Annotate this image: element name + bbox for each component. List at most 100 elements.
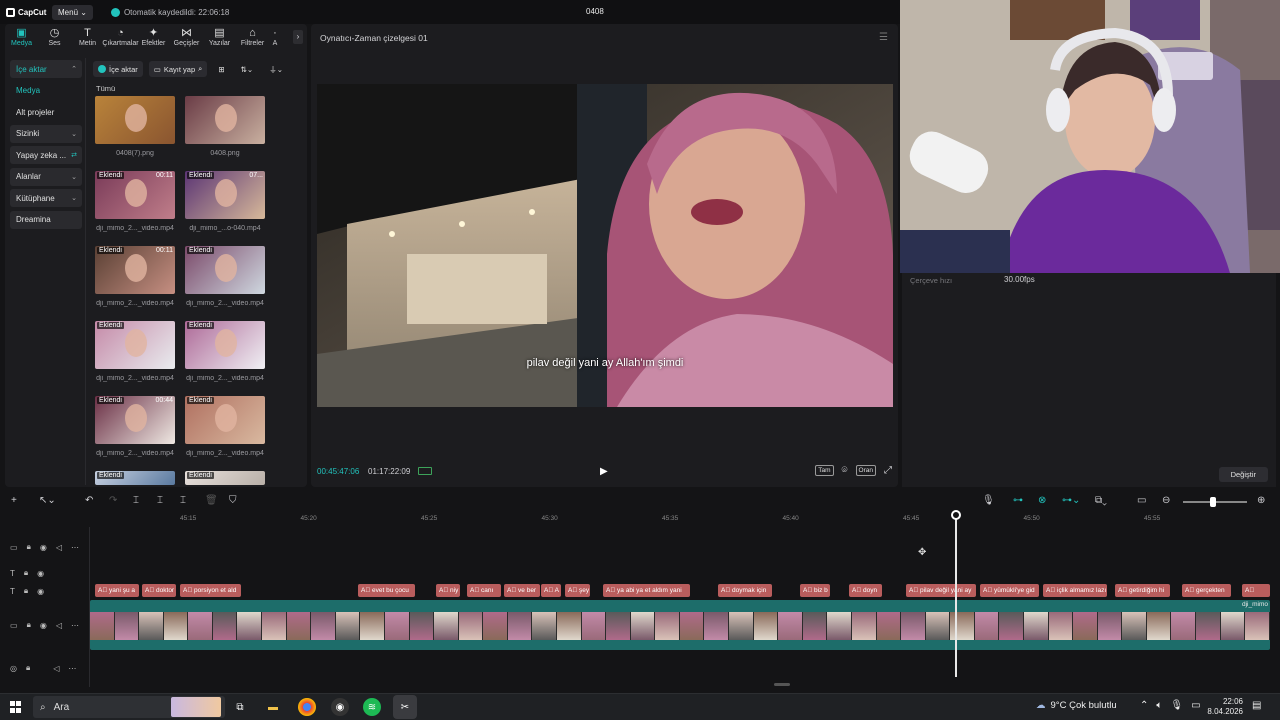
tab-effects[interactable]: ✦ Efektler: [137, 24, 170, 51]
eye-icon[interactable]: ◉: [37, 587, 44, 596]
video-track-clip[interactable]: dji_mimo: [90, 600, 1270, 650]
caption-clip[interactable]: A⃞ yani şu a: [95, 584, 139, 597]
task-view-icon[interactable]: ⧉: [231, 698, 249, 716]
caption-clip[interactable]: A⃞ A: [541, 584, 561, 597]
windows-start-icon[interactable]: [10, 701, 22, 713]
caption-clip[interactable]: A⃞ porsiyon et ald: [180, 584, 241, 597]
magnet-icon[interactable]: ⊶: [1013, 495, 1023, 506]
more-icon[interactable]: ⋯: [71, 621, 79, 630]
sidebar-item-library[interactable]: Kütüphane ⌄: [10, 189, 82, 207]
caption-clip[interactable]: A⃞ ve ber: [504, 584, 540, 597]
media-thumbnail[interactable]: Eklendi 07...: [185, 171, 265, 219]
sidebar-item-dreamina[interactable]: Dreamina: [10, 210, 82, 229]
microphone-icon[interactable]: 🎙: [1170, 700, 1183, 711]
taskbar-clock[interactable]: 22:06 8.04.2026: [1199, 697, 1243, 717]
proxy-icon[interactable]: [418, 467, 432, 475]
speaker-icon[interactable]: ◁: [56, 543, 62, 552]
tab-captions[interactable]: ▤ Yazılar: [203, 24, 236, 51]
undo-icon[interactable]: ↶: [85, 495, 93, 506]
tab-audio[interactable]: ◷ Ses: [38, 24, 71, 51]
caption-clip[interactable]: A⃞ gerçekten: [1182, 584, 1231, 597]
grid-view-button[interactable]: ⊞: [213, 61, 229, 77]
media-thumbnail[interactable]: Eklendi: [95, 471, 175, 485]
more-icon[interactable]: ⋯: [71, 543, 79, 552]
media-thumbnail[interactable]: [95, 96, 175, 144]
change-button[interactable]: Değiştir: [1218, 467, 1268, 482]
player-menu-icon[interactable]: ☰: [879, 32, 888, 43]
caption-clip[interactable]: A⃞ pilav değil yani ay: [906, 584, 976, 597]
speaker-icon[interactable]: ◁: [53, 664, 59, 673]
media-thumbnail[interactable]: Eklendi: [185, 471, 265, 485]
redo-icon[interactable]: ↷: [109, 495, 117, 506]
link-icon[interactable]: ⊗: [1038, 495, 1046, 506]
zoom-out-icon[interactable]: ⊖: [1162, 495, 1170, 506]
tab-transitions[interactable]: ⋈ Geçişler: [170, 24, 203, 51]
snapshot-icon[interactable]: ⌾: [842, 465, 848, 476]
preview-axis-icon[interactable]: ⧉⌄: [1095, 495, 1107, 506]
split-left-icon[interactable]: ⌶: [157, 495, 163, 506]
caption-clip[interactable]: A⃞ niy: [436, 584, 460, 597]
more-icon[interactable]: ⋯: [68, 664, 76, 673]
caption-clip[interactable]: A⃞ şey: [565, 584, 590, 597]
select-tool-icon[interactable]: ↖⌄: [39, 495, 56, 506]
timeline-ruler[interactable]: 45:15 45:20 45:25 45:30 45:35 45:40 45:45 45:50…: [90, 513, 1280, 527]
split-icon[interactable]: ⌶: [133, 495, 139, 506]
caption-clip[interactable]: A⃞ doktor: [142, 584, 176, 597]
lock-icon[interactable]: 🔒︎: [27, 542, 31, 552]
media-thumbnail[interactable]: Eklendi: [185, 396, 265, 444]
media-thumbnail[interactable]: Eklendi 00:11: [95, 171, 175, 219]
record-button[interactable]: ▭ Kayıt yap ⌕: [148, 61, 208, 77]
sidebar-item-media[interactable]: Medya: [10, 82, 82, 100]
tab-filters[interactable]: ⌂ Filtreler: [236, 24, 269, 51]
search-icon[interactable]: ⌕: [198, 64, 202, 74]
delete-icon[interactable]: 🗑: [205, 495, 218, 506]
sidebar-item-subprojects[interactable]: Alt projeler: [10, 103, 82, 121]
tab-text[interactable]: T Metin: [71, 24, 104, 51]
video-preview[interactable]: pilav değil yani ay Allah'ım şimdi: [317, 84, 893, 407]
caption-clip[interactable]: A⃞ yümükli'ye gid: [980, 584, 1039, 597]
volume-icon[interactable]: 🔈︎: [1156, 700, 1162, 711]
sidebar-item-ai[interactable]: Yapay zeka ... ⇄: [10, 146, 82, 164]
obs-icon[interactable]: ◉: [331, 698, 349, 716]
file-explorer-icon[interactable]: ▬: [264, 698, 282, 716]
lock-icon[interactable]: 🔒︎: [26, 663, 30, 673]
playhead[interactable]: [955, 511, 957, 677]
fullscreen-icon[interactable]: ⤢: [884, 465, 892, 476]
eye-icon[interactable]: ◉: [40, 621, 47, 630]
zoom-in-icon[interactable]: ⊕: [1257, 495, 1265, 506]
chevron-up-icon[interactable]: ⌃: [1140, 700, 1148, 711]
import-button[interactable]: İçe aktar: [93, 61, 143, 77]
split-right-icon[interactable]: ⌶: [180, 495, 186, 506]
shield-icon[interactable]: ⛉: [229, 495, 237, 506]
media-thumbnail[interactable]: Eklendi: [95, 321, 175, 369]
caption-clip[interactable]: A⃞ canı: [467, 584, 501, 597]
caption-clip[interactable]: A⃞ biz b: [800, 584, 830, 597]
speaker-icon[interactable]: ◁: [56, 621, 62, 630]
media-thumbnail[interactable]: Eklendi: [185, 321, 265, 369]
zoom-slider-handle[interactable]: [1210, 497, 1216, 507]
tab-adjust[interactable]: · A: [269, 24, 281, 51]
sort-button[interactable]: ⇅⌄: [236, 61, 259, 77]
media-thumbnail[interactable]: [185, 96, 265, 144]
lock-icon[interactable]: 🔒︎: [24, 586, 28, 596]
caption-clip[interactable]: A⃞ doymak için: [718, 584, 772, 597]
notification-icon[interactable]: ▤: [1252, 700, 1261, 711]
play-button[interactable]: ▶: [600, 466, 608, 477]
eye-icon[interactable]: ◉: [40, 543, 47, 552]
caption-clip[interactable]: A⃞ içlik almamız lazı: [1043, 584, 1107, 597]
sidebar-item-spaces[interactable]: Alanlar ⌄: [10, 167, 82, 186]
media-thumbnail[interactable]: Eklendi 00:44: [95, 396, 175, 444]
tab-media[interactable]: ▣ Medya: [5, 24, 38, 51]
timeline-scrollbar[interactable]: [774, 683, 790, 686]
playhead-handle[interactable]: [951, 510, 961, 520]
caption-clip[interactable]: A⃞ getirdiğim hi: [1115, 584, 1170, 597]
media-thumbnail[interactable]: Eklendi: [185, 246, 265, 294]
snap-icon[interactable]: ⊶⌄: [1062, 495, 1080, 506]
eye-icon[interactable]: ◉: [37, 569, 44, 578]
caption-clip[interactable]: A⃞ ya abi ya et aldım yani: [603, 584, 690, 597]
ratio-button[interactable]: Oran: [855, 465, 876, 476]
weather-widget[interactable]: ☁ 9°C Çok bulutlu: [1036, 700, 1117, 711]
tab-stickers[interactable]: ◔ Çıkartmalar: [102, 24, 138, 51]
caption-clip[interactable]: A⃞: [1242, 584, 1270, 597]
caption-track-icon[interactable]: ▭: [1137, 495, 1146, 506]
